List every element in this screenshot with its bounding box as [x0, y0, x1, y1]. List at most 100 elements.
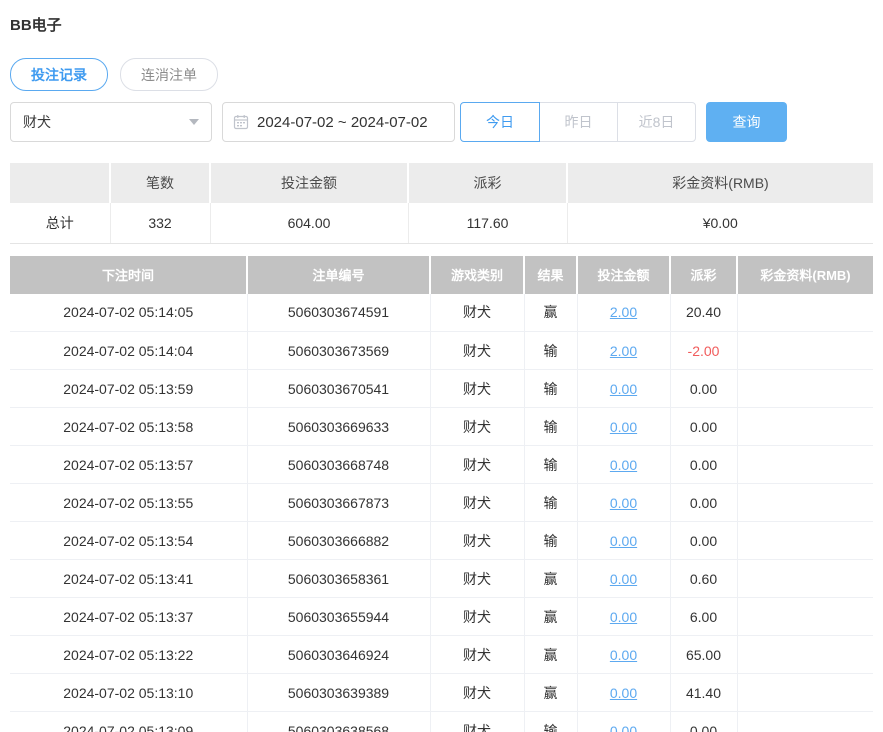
summary-table: 笔数 投注金额 派彩 彩金资料(RMB) 总计 332 604.00 117.6… [10, 163, 873, 244]
bet-amount-link[interactable]: 0.00 [610, 571, 637, 587]
search-button[interactable]: 查询 [706, 102, 787, 142]
payout-cell: 0.00 [670, 445, 738, 484]
today-button[interactable]: 今日 [460, 102, 540, 142]
bonus-cell [737, 445, 873, 484]
bet-amount-link[interactable]: 0.00 [610, 647, 637, 663]
bet-amount-link[interactable]: 2.00 [610, 343, 637, 359]
order-id-cell: 5060303638568 [247, 711, 431, 732]
bet-amount-link[interactable]: 0.00 [610, 381, 637, 397]
last-8-days-button[interactable]: 近8日 [617, 102, 696, 142]
bet-time-cell: 2024-07-02 05:13:10 [10, 673, 248, 712]
table-row: 2024-07-02 05:14:04 5060303673569 财犬输 2.00 -… [10, 331, 873, 370]
bet-time-cell: 2024-07-02 05:14:05 [10, 293, 248, 332]
order-id-cell: 5060303667873 [247, 483, 431, 522]
game-select-value: 财犬 [23, 114, 51, 130]
records-header-row: 下注时间 注单编号 游戏类别 结果 投注金额 派彩 彩金资料(RMB) [10, 255, 873, 294]
game-select[interactable]: 财犬 [10, 102, 212, 142]
game-type-cell: 财犬 [430, 559, 525, 598]
bet-amount-link[interactable]: 0.00 [610, 609, 637, 625]
game-type-cell: 财犬 [430, 445, 525, 484]
summary-header-payout: 派彩 [408, 163, 568, 203]
last-8-days-button-label: 近8日 [638, 114, 675, 130]
bet-amount-link[interactable]: 0.00 [610, 419, 637, 435]
payout-cell: 0.00 [670, 711, 738, 732]
summary-total-row: 总计 332 604.00 117.60 ¥0.00 [10, 203, 873, 244]
payout-cell: 65.00 [670, 635, 738, 674]
bet-amount-link[interactable]: 0.00 [610, 723, 637, 732]
order-id-cell: 5060303674591 [247, 293, 431, 332]
bet-amount-link[interactable]: 0.00 [610, 495, 637, 511]
filter-bar: 财犬 2024-07-02 ~ 2024-07-02 今日 昨日 近8日 查询 [10, 102, 873, 142]
table-row: 2024-07-02 05:13:10 5060303639389 财犬赢 0.00 4… [10, 673, 873, 712]
table-row: 2024-07-02 05:13:41 5060303658361 财犬赢 0.00 0… [10, 559, 873, 598]
game-type-cell: 财犬 [430, 597, 525, 636]
bet-amount-cell: 0.00 [577, 369, 671, 408]
result-cell: 赢 [524, 635, 578, 674]
game-type-cell: 财犬 [430, 407, 525, 446]
records-header-result: 结果 [524, 255, 578, 294]
bet-amount-cell: 0.00 [577, 711, 671, 732]
records-header-bet-time: 下注时间 [10, 255, 248, 294]
result-cell: 输 [524, 521, 578, 560]
summary-total-count: 332 [110, 203, 211, 244]
bet-amount-cell: 0.00 [577, 673, 671, 712]
records-header-bonus: 彩金资料(RMB) [737, 255, 873, 294]
game-type-cell: 财犬 [430, 483, 525, 522]
bet-amount-link[interactable]: 0.00 [610, 685, 637, 701]
order-id-cell: 5060303646924 [247, 635, 431, 674]
table-row: 2024-07-02 05:13:58 5060303669633 财犬输 0.00 0… [10, 407, 873, 446]
payout-cell: 0.00 [670, 521, 738, 560]
bet-amount-cell: 0.00 [577, 597, 671, 636]
records-table: 下注时间 注单编号 游戏类别 结果 投注金额 派彩 彩金资料(RMB) 2024… [10, 255, 873, 732]
result-cell: 输 [524, 483, 578, 522]
table-row: 2024-07-02 05:13:37 5060303655944 财犬赢 0.00 6… [10, 597, 873, 636]
records-header-payout: 派彩 [670, 255, 738, 294]
tab-cancelled-orders[interactable]: 连消注单 [120, 58, 218, 91]
order-id-cell: 5060303666882 [247, 521, 431, 560]
records-header-bet-amount: 投注金额 [577, 255, 671, 294]
bonus-cell [737, 369, 873, 408]
table-row: 2024-07-02 05:14:05 5060303674591 财犬赢 2.00 2… [10, 293, 873, 332]
date-range-input[interactable]: 2024-07-02 ~ 2024-07-02 [222, 102, 455, 142]
result-cell: 输 [524, 407, 578, 446]
bet-amount-cell: 0.00 [577, 521, 671, 560]
summary-header-row: 笔数 投注金额 派彩 彩金资料(RMB) [10, 163, 873, 203]
result-cell: 赢 [524, 597, 578, 636]
payout-cell: -2.00 [670, 331, 738, 370]
bonus-cell [737, 407, 873, 446]
bet-amount-link[interactable]: 0.00 [610, 457, 637, 473]
bet-amount-cell: 0.00 [577, 559, 671, 598]
summary-total-payout: 117.60 [408, 203, 568, 244]
bet-amount-cell: 2.00 [577, 331, 671, 370]
game-type-cell: 财犬 [430, 521, 525, 560]
bet-time-cell: 2024-07-02 05:13:59 [10, 369, 248, 408]
summary-total-label: 总计 [10, 203, 111, 244]
order-id-cell: 5060303639389 [247, 673, 431, 712]
payout-cell: 0.00 [670, 483, 738, 522]
result-cell: 赢 [524, 293, 578, 332]
payout-cell: 20.40 [670, 293, 738, 332]
bet-time-cell: 2024-07-02 05:13:37 [10, 597, 248, 636]
result-cell: 赢 [524, 673, 578, 712]
yesterday-button[interactable]: 昨日 [539, 102, 618, 142]
bonus-cell [737, 483, 873, 522]
tab-bar: 投注记录 连消注单 [10, 58, 873, 91]
bet-time-cell: 2024-07-02 05:13:58 [10, 407, 248, 446]
bet-amount-cell: 0.00 [577, 407, 671, 446]
summary-header-count: 笔数 [110, 163, 211, 203]
summary-header-empty [10, 163, 111, 203]
bet-amount-link[interactable]: 2.00 [610, 304, 637, 320]
bet-records-page: BB电子 投注记录 连消注单 财犬 2024-07-02 ~ 2024-07-0… [0, 14, 883, 732]
payout-cell: 41.40 [670, 673, 738, 712]
bet-time-cell: 2024-07-02 05:13:41 [10, 559, 248, 598]
payout-cell: 0.60 [670, 559, 738, 598]
bonus-cell [737, 559, 873, 598]
bonus-cell [737, 635, 873, 674]
game-type-cell: 财犬 [430, 293, 525, 332]
tab-bet-records[interactable]: 投注记录 [10, 58, 108, 91]
order-id-cell: 5060303655944 [247, 597, 431, 636]
bet-amount-link[interactable]: 0.00 [610, 533, 637, 549]
records-table-body: 2024-07-02 05:14:05 5060303674591 财犬赢 2.00 2… [10, 293, 873, 732]
bonus-cell [737, 673, 873, 712]
bonus-cell [737, 711, 873, 732]
